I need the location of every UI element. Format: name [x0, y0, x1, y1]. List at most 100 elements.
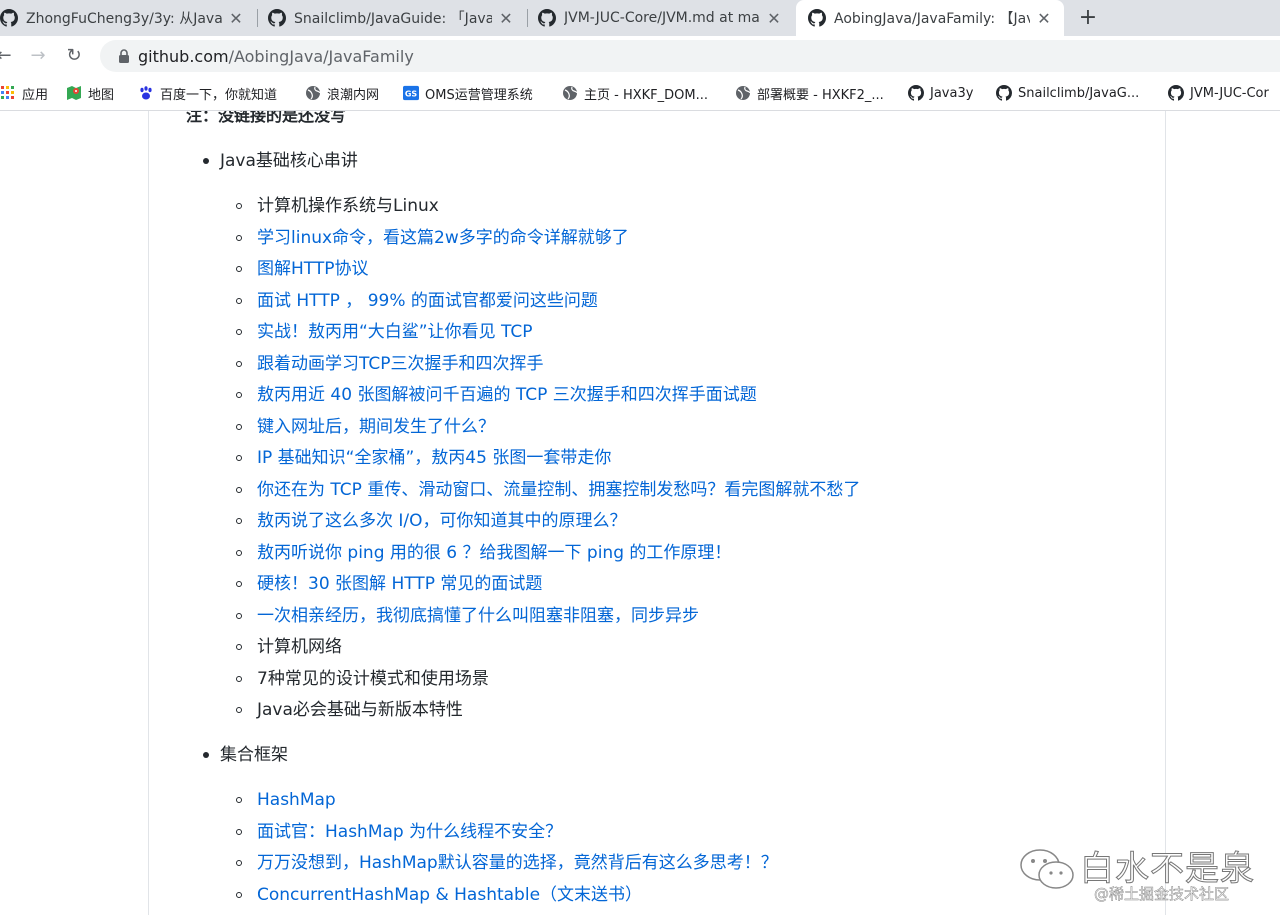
bookmark-label: 地图	[88, 87, 115, 103]
article-link[interactable]: ConcurrentHashMap & Hashtable（文末送书）	[257, 884, 642, 906]
bookmark-maps[interactable]: 地图	[66, 84, 115, 103]
bookmark-hxkf-home[interactable]: 主页 - HXKF_DOM...	[562, 84, 708, 103]
url-path: /AobingJava/JavaFamily	[228, 47, 414, 66]
list-bullet	[236, 675, 242, 682]
article-item: Java必会基础与新版本特性	[257, 700, 463, 720]
forward-arrow-icon[interactable]: →	[26, 44, 50, 68]
article-link[interactable]: IP 基础知识“全家桶”，敖丙45 张图一套带走你	[257, 447, 611, 469]
address-bar[interactable]: github.com/AobingJava/JavaFamily	[100, 40, 1280, 72]
bookmark-label: 主页 - HXKF_DOM...	[584, 87, 708, 103]
list-bullet	[236, 392, 242, 398]
github-icon	[808, 9, 826, 27]
list-bullet	[236, 423, 242, 430]
maps-icon	[66, 85, 82, 101]
article-link[interactable]: 图解HTTP协议	[257, 258, 369, 280]
article-link[interactable]: 一次相亲经历，我彻底搞懂了什么叫阻塞非阻塞，同步异步	[257, 605, 699, 627]
tab-title: ZhongFuCheng3y/3y: 从Java基	[26, 11, 222, 27]
bookmark-label: Snailclimb/JavaG...	[1018, 85, 1140, 101]
list-bullet	[236, 644, 242, 650]
list-bullet	[203, 752, 209, 758]
tab-strip: ZhongFuCheng3y/3y: 从Java基 ✕ Snailclimb/J…	[0, 0, 1280, 36]
bookmark-java3y[interactable]: Java3y	[908, 84, 973, 102]
article-link[interactable]: 跟着动画学习TCP三次握手和四次挥手	[257, 353, 544, 375]
apps-grid-icon	[0, 85, 16, 101]
bookmark-label: 浪潮内网	[327, 87, 380, 103]
section-title-java-basics: Java基础核心串讲	[220, 151, 358, 171]
tab-4-active[interactable]: AobingJava/JavaFamily: 【Jav ✕	[796, 0, 1064, 36]
list-bullet	[236, 203, 242, 209]
list-bullet	[236, 612, 242, 619]
list-bullet	[236, 549, 242, 556]
close-icon[interactable]: ✕	[228, 9, 244, 28]
bookmark-jvm-juc[interactable]: JVM-JUC-Cor	[1168, 84, 1269, 102]
github-icon	[1168, 85, 1184, 101]
bookmark-oms[interactable]: GS OMS运营管理系统	[403, 84, 533, 103]
back-arrow-icon[interactable]: ←	[0, 44, 16, 68]
article-link[interactable]: 敖丙说了这么多次 I/O，可你知道其中的原理么？	[257, 510, 627, 532]
article-link[interactable]: 敖丙用近 40 张图解被问千百遍的 TCP 三次握手和四次挥手面试题	[257, 384, 757, 406]
article-link[interactable]: 面试官：HashMap 为什么线程不安全？	[257, 821, 562, 843]
wechat-icon	[1020, 849, 1074, 889]
article-link[interactable]: 敖丙听说你 ping 用的很 6 ？给我图解一下 ping 的工作原理！	[257, 542, 731, 564]
article-link[interactable]: 实战！敖丙用“大白鲨”让你看见 TCP	[257, 321, 533, 343]
tab-divider	[257, 9, 258, 27]
article-link[interactable]: 键入网址后，期间发生了什么？	[257, 416, 495, 438]
article-item: 7种常见的设计模式和使用场景	[257, 668, 489, 689]
globe-icon	[305, 85, 321, 101]
page-viewport: 注：没链接的是还没写 Java基础核心串讲 计算机操作系统与Linux 学习lin…	[0, 111, 1280, 915]
article-link[interactable]: 面试 HTTP ， 99% 的面试官都爱问这些问题	[257, 290, 598, 312]
bookmark-label: 应用	[22, 87, 49, 103]
list-bullet	[236, 828, 242, 835]
github-icon	[908, 85, 924, 101]
bookmark-label: JVM-JUC-Cor	[1190, 85, 1269, 101]
list-bullet	[236, 860, 242, 866]
bookmark-baidu[interactable]: 百度一下，你就知道	[138, 84, 278, 103]
list-bullet	[203, 158, 209, 164]
list-bullet	[236, 518, 242, 524]
github-icon	[538, 9, 556, 27]
list-bullet	[236, 891, 242, 898]
bookmark-label: Java3y	[930, 85, 974, 101]
svg-text:GS: GS	[405, 90, 418, 99]
tab-3[interactable]: JVM-JUC-Core/JVM.md at ma ✕	[538, 0, 794, 36]
list-bullet	[236, 486, 242, 493]
list-bullet	[236, 707, 242, 713]
baidu-paw-icon	[138, 85, 154, 101]
reload-icon[interactable]: ↻	[62, 44, 86, 68]
bookmark-javaguide[interactable]: Snailclimb/JavaG...	[996, 84, 1139, 102]
github-icon	[0, 9, 18, 27]
bookmark-deploy-summary[interactable]: 部署概要 - HXKF2_...	[735, 84, 884, 103]
list-bullet	[236, 329, 242, 335]
article-link[interactable]: 硬核！30 张图解 HTTP 常见的面试题	[257, 573, 542, 595]
article-link[interactable]: 学习linux命令，看这篇2w多字的命令详解就够了	[257, 227, 629, 249]
globe-icon	[735, 85, 751, 101]
bookmark-apps[interactable]: 应用	[0, 84, 49, 103]
article-link[interactable]: 万万没想到，HashMap默认容量的选择，竟然背后有这么多思考！？	[257, 852, 778, 874]
new-tab-button[interactable]: +	[1076, 6, 1100, 30]
note-text: 注：没链接的是还没写	[186, 111, 347, 125]
tab-title: AobingJava/JavaFamily: 【Jav	[834, 11, 1030, 27]
bookmark-label: 部署概要 - HXKF2_...	[757, 87, 884, 103]
gs-logo-icon: GS	[403, 85, 419, 101]
bookmark-intranet[interactable]: 浪潮内网	[305, 84, 380, 103]
bookmarks-bar: 应用 地图 百度一下，你就知道 浪潮内网 GS OMS运营管理系统 主页 - H…	[0, 76, 1280, 111]
article-link[interactable]: 你还在为 TCP 重传、滑动窗口、流量控制、拥塞控制发愁吗？看完图解就不愁了	[257, 479, 860, 501]
bookmark-label: OMS运营管理系统	[425, 87, 533, 103]
tab-1[interactable]: ZhongFuCheng3y/3y: 从Java基 ✕	[0, 0, 256, 36]
close-icon[interactable]: ✕	[498, 9, 514, 28]
close-icon[interactable]: ✕	[1036, 9, 1052, 28]
tab-title: Snailclimb/JavaGuide: 「Java学	[294, 11, 492, 27]
close-icon[interactable]: ✕	[766, 9, 782, 28]
github-icon	[268, 9, 286, 27]
tab-2[interactable]: Snailclimb/JavaGuide: 「Java学 ✕	[268, 0, 526, 36]
list-bullet	[236, 266, 242, 272]
url-text[interactable]: github.com/AobingJava/JavaFamily	[138, 47, 414, 66]
watermark: 白水不是泉 @稀土掘金技术社区	[1018, 841, 1268, 911]
bookmark-label: 百度一下，你就知道	[160, 87, 278, 103]
list-bullet	[236, 234, 242, 241]
article-item: 计算机网络	[257, 637, 342, 657]
tab-title: JVM-JUC-Core/JVM.md at ma	[564, 10, 760, 26]
article-link[interactable]: HashMap	[257, 789, 336, 811]
lock-icon	[119, 49, 129, 63]
article-item: 计算机操作系统与Linux	[257, 196, 439, 216]
